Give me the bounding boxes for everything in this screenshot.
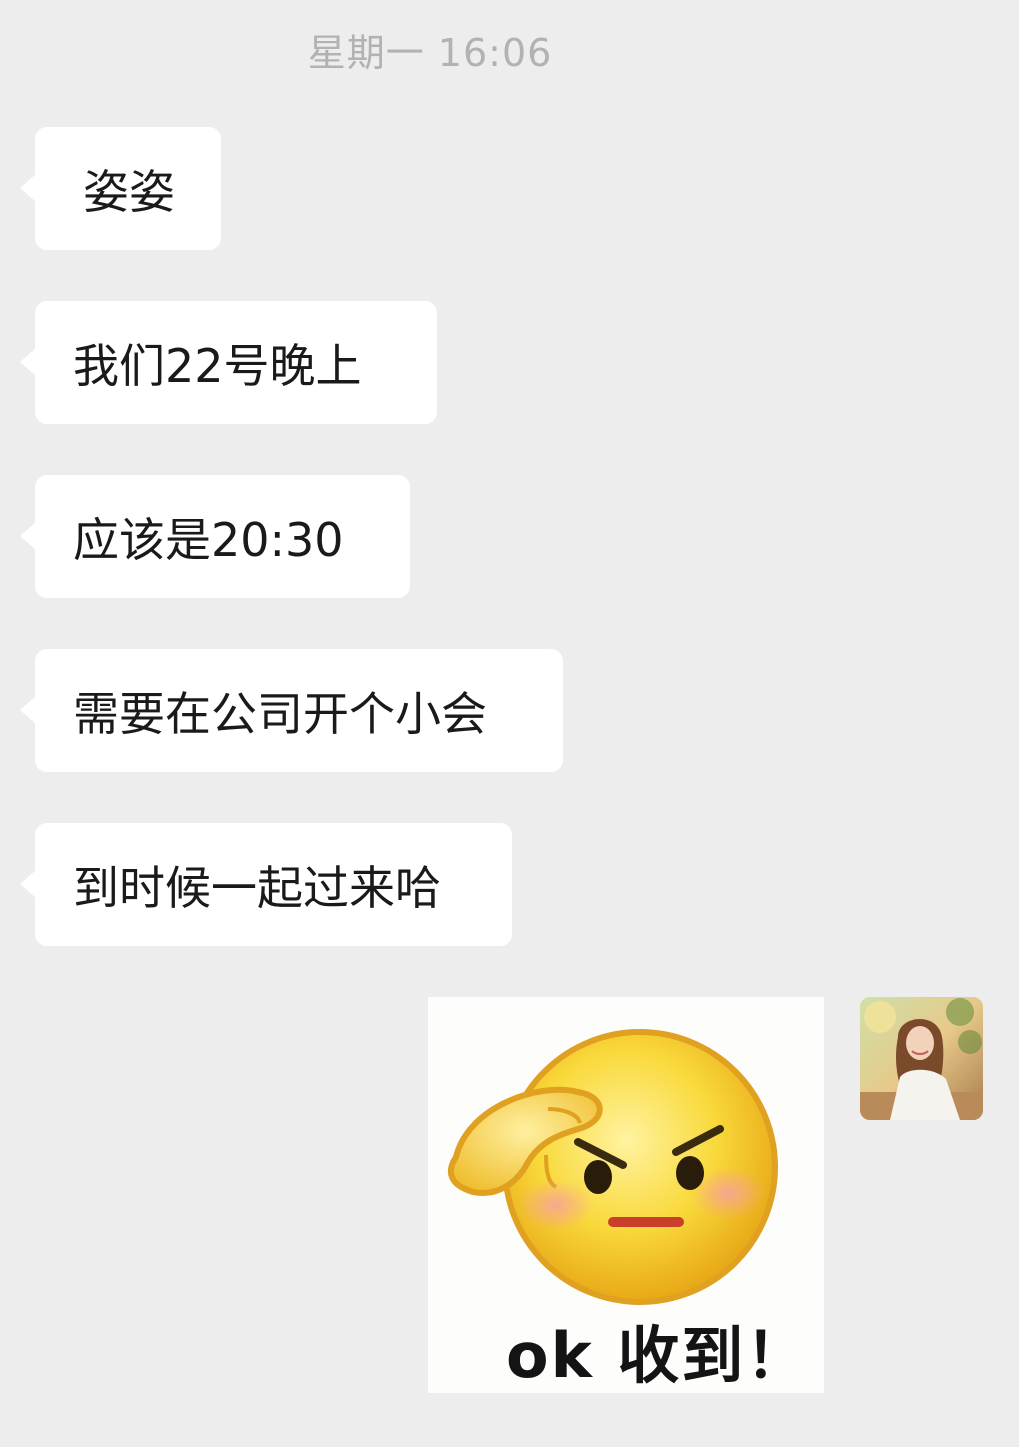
message-text: 我们22号晚上 (73, 338, 362, 393)
message-bubble-5[interactable]: 到时候一起过来哈 (20, 823, 512, 946)
sticker-caption: ok 收到！ (506, 1319, 810, 1392)
user-avatar[interactable] (860, 997, 983, 1120)
message-text: 应该是20:30 (73, 512, 344, 567)
user-avatar-photo (860, 997, 983, 1120)
message-bubble-4[interactable]: 需要在公司开个小会 (20, 649, 563, 772)
chat-timestamp: 星期一 16:06 (307, 31, 553, 75)
message-bubble-3[interactable]: 应该是20:30 (20, 475, 410, 598)
message-bubble-2[interactable]: 我们22号晚上 (20, 301, 437, 424)
message-text: 到时候一起过来哈 (73, 860, 441, 915)
message-text: 姿姿 (83, 164, 175, 219)
message-bubble-1[interactable]: 姿姿 (20, 127, 221, 250)
message-text: 需要在公司开个小会 (73, 686, 487, 741)
sticker-message[interactable]: ok 收到！ (428, 997, 824, 1393)
